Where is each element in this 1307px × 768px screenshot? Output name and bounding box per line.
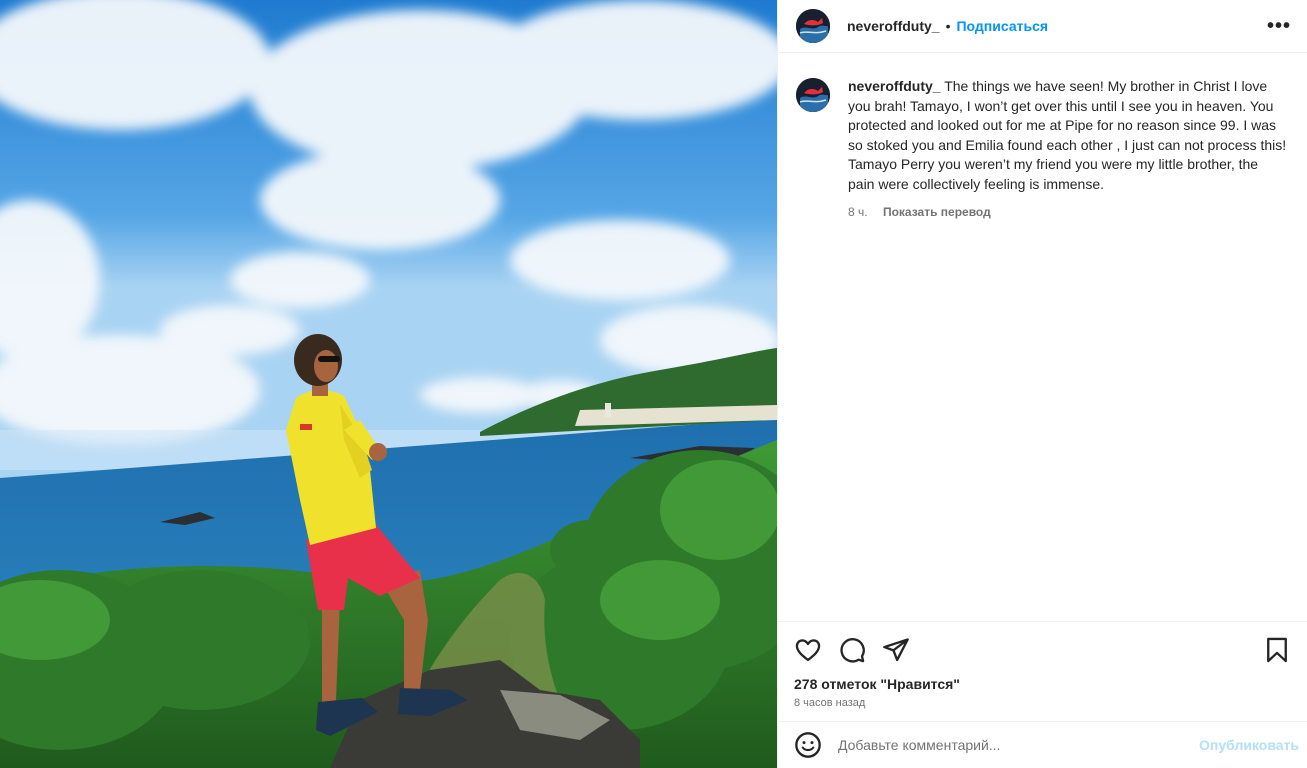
more-icon[interactable]: ••• xyxy=(1267,16,1291,36)
separator-dot: • xyxy=(945,18,951,34)
translate-link[interactable]: Показать перевод xyxy=(883,205,991,219)
add-comment-bar: Опубликовать xyxy=(778,721,1307,768)
photo-image xyxy=(0,0,777,768)
caption-avatar[interactable] xyxy=(796,78,830,112)
caption-text: The things we have seen! My brother in C… xyxy=(848,78,1287,192)
comment-input[interactable] xyxy=(836,736,1200,754)
caption-body: neveroffduty_ The things we have seen! M… xyxy=(848,77,1288,223)
caption-username[interactable]: neveroffduty_ xyxy=(848,78,941,94)
avatar-logo xyxy=(796,78,830,112)
emoji-icon[interactable] xyxy=(794,731,822,759)
comment-icon[interactable] xyxy=(838,636,866,664)
likes-count[interactable]: 278 отметок "Нравится" xyxy=(794,676,1291,692)
follow-button[interactable]: Подписаться xyxy=(956,18,1048,34)
avatar-logo xyxy=(796,9,830,43)
bookmark-icon[interactable] xyxy=(1263,636,1291,664)
heart-icon[interactable] xyxy=(794,636,822,664)
caption-meta: 8 ч. Показать перевод xyxy=(848,203,1288,223)
action-icons xyxy=(794,636,1291,664)
comments-section: neveroffduty_ The things we have seen! M… xyxy=(778,53,1307,621)
post-comment-button[interactable]: Опубликовать xyxy=(1199,737,1299,753)
post-sidebar: neveroffduty_ • Подписаться ••• neveroff… xyxy=(777,0,1307,768)
header-username[interactable]: neveroffduty_ xyxy=(847,18,940,34)
action-bar: 278 отметок "Нравится" 8 часов назад xyxy=(778,621,1307,709)
post-photo[interactable] xyxy=(0,0,777,768)
avatar[interactable] xyxy=(796,9,830,43)
send-icon[interactable] xyxy=(882,636,910,664)
posted-time: 8 часов назад xyxy=(794,697,866,709)
caption-age[interactable]: 8 ч. xyxy=(848,205,868,219)
caption: neveroffduty_ The things we have seen! M… xyxy=(796,77,1289,223)
post-header: neveroffduty_ • Подписаться ••• xyxy=(778,0,1307,53)
